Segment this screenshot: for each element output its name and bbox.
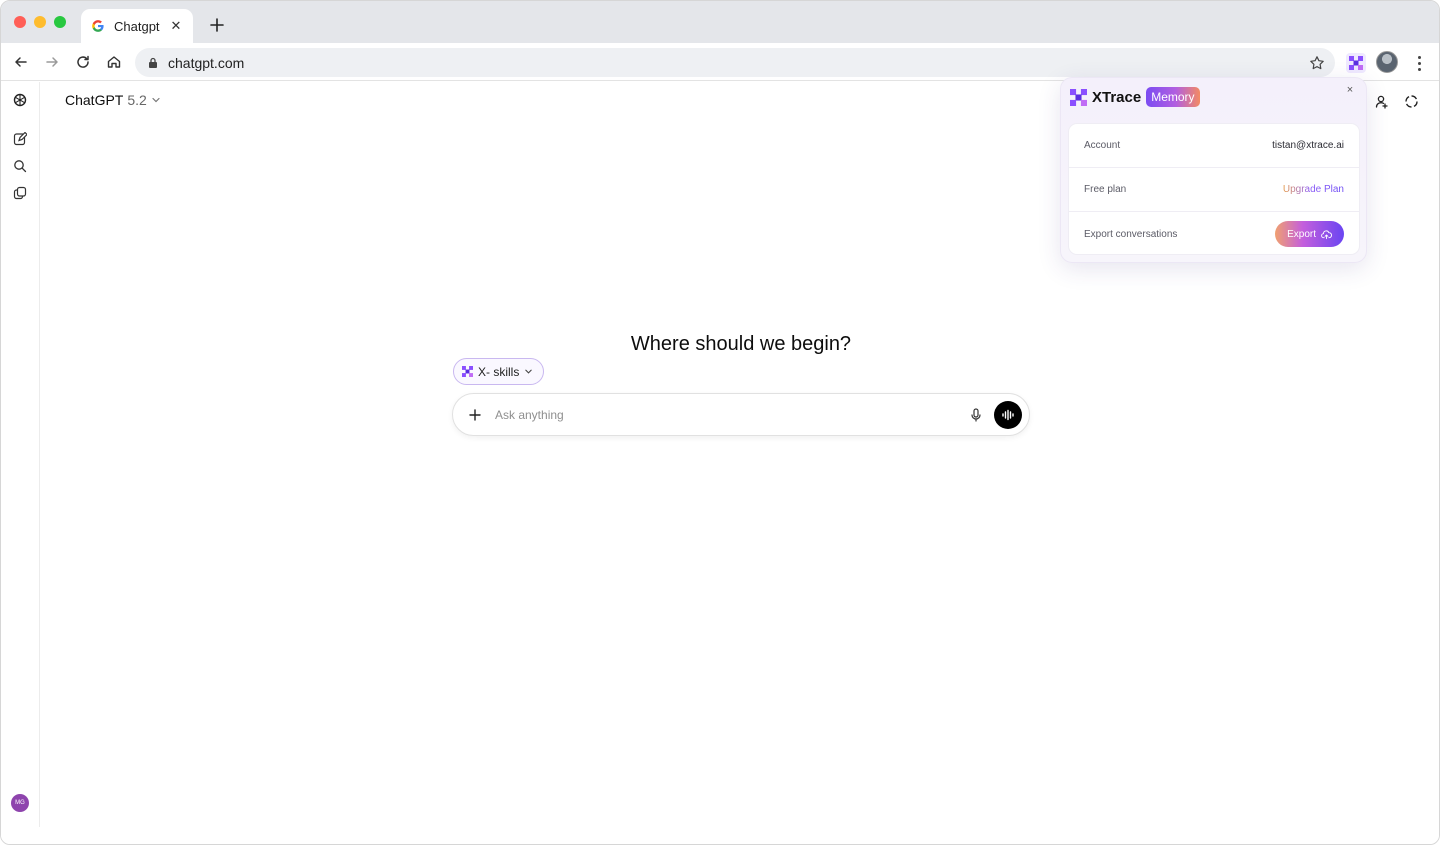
voice-mode-button[interactable]: [994, 400, 1022, 429]
xtrace-logo-icon: [462, 366, 473, 377]
lock-icon: [149, 57, 157, 68]
new-tab-button[interactable]: [206, 14, 228, 36]
browser-window: Chatgpt ✕ chatgpt.com MG ChatGPT 5.2 Whe…: [0, 0, 1440, 845]
openai-logo-icon[interactable]: [12, 92, 28, 108]
browser-profile-avatar[interactable]: [1376, 51, 1398, 73]
browser-toolbar: chatgpt.com: [1, 43, 1439, 81]
skills-chip-label: X- skills: [478, 364, 520, 379]
xtrace-popup: XTrace Memory × Account tistan@xtrace.ai…: [1060, 77, 1367, 263]
waveform-icon: [1002, 409, 1014, 420]
composer: [452, 393, 1030, 436]
tab-close-icon[interactable]: ✕: [169, 19, 183, 33]
user-avatar[interactable]: MG: [11, 794, 29, 812]
plus-icon[interactable]: [467, 407, 483, 423]
reload-icon: [77, 55, 89, 68]
page-title: Where should we begin?: [630, 333, 852, 355]
reload-button[interactable]: [73, 52, 93, 72]
library-icon[interactable]: [12, 185, 28, 201]
google-icon: [92, 20, 104, 32]
share-user-button[interactable]: [1372, 92, 1390, 110]
close-icon[interactable]: ×: [1344, 84, 1356, 96]
tab-strip: Chatgpt ✕: [1, 1, 1439, 43]
close-window-button[interactable]: [14, 16, 26, 28]
address-bar[interactable]: chatgpt.com: [135, 48, 1335, 77]
account-label: Account: [1084, 140, 1121, 151]
bookmark-star-icon[interactable]: [1309, 55, 1325, 71]
plan-label: Free plan: [1084, 184, 1127, 195]
arrow-right-icon: [46, 57, 58, 67]
back-button[interactable]: [11, 52, 31, 72]
new-chat-icon[interactable]: [12, 131, 28, 147]
tab-title: Chatgpt: [114, 18, 160, 34]
arrow-left-icon: [15, 57, 27, 67]
xtrace-header: XTrace Memory: [1070, 85, 1200, 109]
dashed-circle-icon: [1404, 94, 1418, 108]
minimize-window-button[interactable]: [34, 16, 46, 28]
home-button[interactable]: [104, 52, 124, 72]
plan-row: Free plan Upgrade Plan: [1069, 168, 1359, 212]
export-row: Export conversations Export: [1069, 212, 1359, 256]
model-selector[interactable]: ChatGPT 5.2: [65, 92, 161, 108]
prompt-input[interactable]: [495, 407, 968, 422]
browser-menu-button[interactable]: [1411, 53, 1427, 73]
chevron-down-icon: [152, 97, 160, 103]
url-text: chatgpt.com: [168, 54, 245, 71]
xtrace-logo-icon: [1349, 56, 1363, 70]
xtrace-extension-button[interactable]: [1346, 53, 1366, 73]
plus-icon: [210, 18, 224, 32]
search-icon[interactable]: [12, 158, 28, 174]
model-name: ChatGPT: [65, 92, 124, 108]
account-value: tistan@xtrace.ai: [1272, 140, 1344, 151]
chevron-down-icon: [525, 369, 533, 374]
maximize-window-button[interactable]: [54, 16, 66, 28]
microphone-icon[interactable]: [968, 407, 984, 423]
export-label: Export conversations: [1084, 228, 1178, 240]
temporary-chat-button[interactable]: [1402, 92, 1420, 110]
export-button[interactable]: Export: [1275, 221, 1344, 247]
xtrace-brand: XTrace: [1092, 88, 1142, 106]
xtrace-logo-icon: [1070, 88, 1087, 106]
account-row: Account tistan@xtrace.ai: [1069, 124, 1359, 168]
upgrade-plan-link[interactable]: Upgrade Plan: [1283, 184, 1344, 195]
user-add-icon: [1375, 95, 1388, 109]
xtrace-card: Account tistan@xtrace.ai Free plan Upgra…: [1068, 123, 1360, 255]
home-icon: [107, 56, 121, 68]
tab-chatgpt[interactable]: Chatgpt ✕: [81, 9, 193, 43]
skills-dropdown[interactable]: X- skills: [453, 358, 545, 385]
sidebar: MG: [1, 82, 40, 827]
model-version: 5.2: [127, 92, 147, 108]
export-button-label: Export: [1287, 228, 1316, 240]
memory-badge: Memory: [1146, 87, 1200, 107]
cloud-upload-icon: [1321, 229, 1332, 239]
forward-button[interactable]: [42, 52, 62, 72]
